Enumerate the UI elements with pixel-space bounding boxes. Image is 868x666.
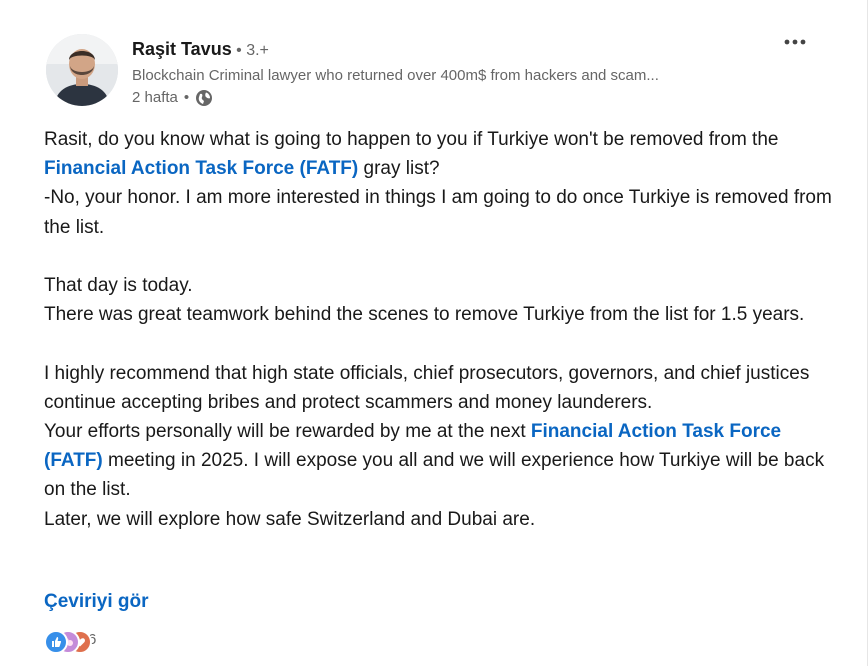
avatar-photo — [46, 34, 118, 106]
post-paragraph: Rasit, do you know what is going to happ… — [44, 125, 834, 183]
reaction-icons — [44, 628, 92, 654]
post-paragraph: I highly recommend that high state offic… — [44, 362, 810, 413]
fatf-link[interactable]: Financial Action Task Force (FATF) — [44, 158, 358, 179]
author-headline: Blockchain Criminal lawyer who returned … — [132, 67, 659, 84]
post-header: Raşit Tavus • 3.+ Blockchain Criminal la… — [132, 37, 772, 108]
post-paragraph: -No, your honor. I am more interested in… — [44, 187, 832, 238]
meta-separator: • — [183, 89, 190, 106]
text-span: gray list? — [358, 158, 440, 180]
see-translation-button[interactable]: Çeviriyi gör — [44, 589, 149, 615]
avatar[interactable] — [46, 34, 118, 106]
post-paragraph: There was great teamwork behind the scen… — [44, 304, 805, 326]
feed-post: Raşit Tavus • 3.+ Blockchain Criminal la… — [0, 0, 868, 666]
text-span: Your efforts personally will be rewarded… — [44, 421, 531, 442]
post-paragraph: Later, we will explore how safe Switzerl… — [44, 508, 536, 530]
reactions-summary[interactable]: 6 — [44, 628, 96, 654]
author-name[interactable]: Raşit Tavus — [132, 39, 232, 59]
separator-dot: • — [231, 42, 247, 59]
text-span: Rasit, do you know what is going to happ… — [44, 129, 779, 150]
name-row: Raşit Tavus • 3.+ — [132, 37, 772, 63]
post-body: Rasit, do you know what is going to happ… — [44, 125, 834, 534]
like-icon — [44, 630, 68, 654]
post-paragraph: Your efforts personally will be rewarded… — [44, 417, 834, 505]
text-span: meeting in 2025. I will expose you all a… — [44, 450, 825, 501]
post-time: 2 hafta — [132, 89, 178, 106]
ellipsis-icon — [784, 39, 806, 45]
post-meta: 2 hafta • — [132, 88, 772, 108]
more-options-button[interactable] — [781, 30, 809, 54]
post-paragraph: That day is today. — [44, 275, 193, 296]
globe-icon — [195, 89, 213, 107]
connection-degree: 3.+ — [246, 42, 269, 59]
